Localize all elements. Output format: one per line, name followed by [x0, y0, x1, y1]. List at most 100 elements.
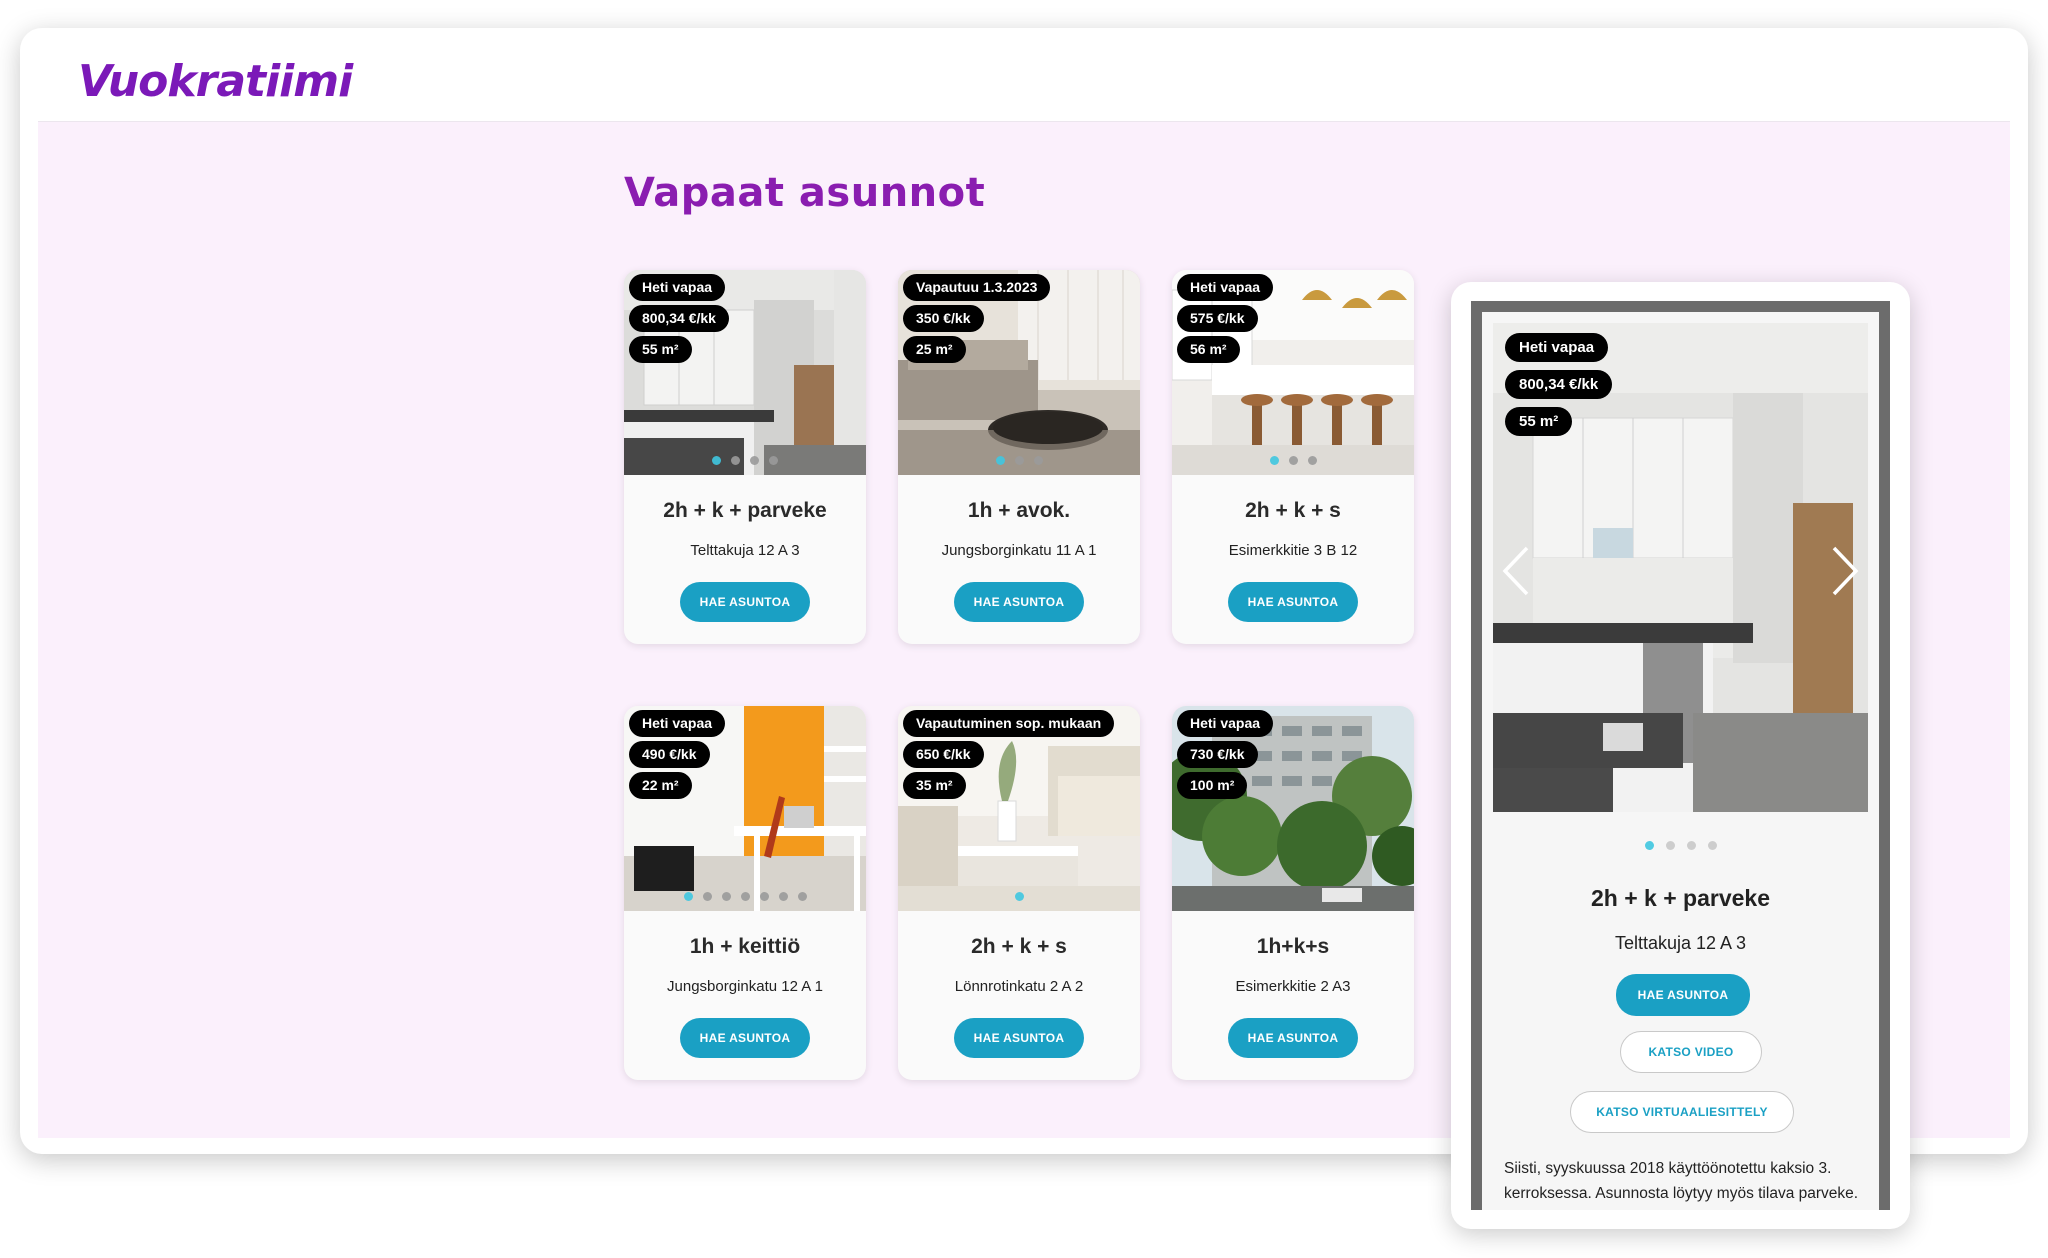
- apply-button[interactable]: HAE ASUNTOA: [954, 582, 1084, 622]
- listing-title: 1h + keittiö: [689, 935, 801, 958]
- carousel-dots: [1482, 837, 1879, 855]
- listing-address: Esimerkkitie 3 B 12: [1228, 542, 1358, 559]
- carousel-dot[interactable]: [769, 456, 778, 465]
- mobile-preview: Heti vapaa 800,34 €/kk 55 m² 2h + k + pa…: [1451, 282, 1910, 1229]
- carousel-dot[interactable]: [1033, 456, 1043, 465]
- area-badge: 55 m²: [1505, 407, 1573, 436]
- carousel-dot[interactable]: [1707, 841, 1717, 850]
- logo[interactable]: Vuokratiimi: [78, 56, 353, 107]
- availability-badge: Heti vapaa: [1177, 274, 1274, 301]
- apply-button[interactable]: HAE ASUNTOA: [1228, 1018, 1358, 1058]
- carousel-dot[interactable]: [1288, 456, 1298, 465]
- price-badge: 730 €/kk: [1177, 741, 1258, 768]
- availability-badge: Heti vapaa: [629, 274, 726, 301]
- carousel-dot[interactable]: [731, 456, 740, 465]
- availability-badge: Heti vapaa: [629, 710, 726, 737]
- carousel-dots: [898, 452, 1140, 470]
- listing-photo[interactable]: Heti vapaa 800,34 €/kk 55 m²: [624, 270, 866, 475]
- mobile-listing-card: Heti vapaa 800,34 €/kk 55 m² 2h + k + pa…: [1482, 312, 1879, 1210]
- listing-card[interactable]: Heti vapaa 730 €/kk 100 m² 1h+k+s Esimer…: [1172, 706, 1414, 1080]
- price-badge: 490 €/kk: [629, 741, 710, 768]
- listing-badges: Heti vapaa 800,34 €/kk 55 m²: [629, 274, 729, 367]
- listing-title: 1h+k+s: [1256, 935, 1330, 958]
- availability-badge: Heti vapaa: [1505, 333, 1609, 362]
- carousel-dot[interactable]: [1269, 456, 1279, 465]
- listing-address: Esimerkkitie 2 A3: [1235, 978, 1351, 995]
- availability-badge: Vapautuminen sop. mukaan: [903, 710, 1115, 737]
- carousel-dots: [898, 888, 1140, 906]
- listing-title: 2h + k + s: [971, 935, 1067, 958]
- listing-address: Jungsborginkatu 12 A 1: [667, 978, 823, 995]
- carousel-dot[interactable]: [1014, 456, 1024, 465]
- carousel-dots: [624, 888, 866, 906]
- area-badge: 100 m²: [1177, 772, 1248, 799]
- price-badge: 350 €/kk: [903, 305, 984, 332]
- area-badge: 25 m²: [903, 336, 966, 363]
- chevron-right-icon[interactable]: [1830, 545, 1860, 597]
- mobile-screen: Heti vapaa 800,34 €/kk 55 m² 2h + k + pa…: [1471, 301, 1890, 1210]
- listing-photo[interactable]: Vapautuu 1.3.2023 350 €/kk 25 m²: [898, 270, 1140, 475]
- carousel-dot[interactable]: [778, 892, 788, 901]
- area-badge: 22 m²: [629, 772, 692, 799]
- listing-description: Siisti, syyskuussa 2018 käyttöönotettu k…: [1504, 1160, 1859, 1202]
- listing-address: Lönnrotinkatu 2 A 2: [954, 978, 1084, 995]
- carousel-dots: [624, 452, 866, 470]
- price-badge: 800,34 €/kk: [1505, 370, 1613, 399]
- listing-card[interactable]: Vapautuu 1.3.2023 350 €/kk 25 m² 1h + av…: [898, 270, 1140, 644]
- listing-address: Telttakuja 12 A 3: [690, 542, 800, 559]
- carousel-dots: [1172, 452, 1414, 470]
- listing-photo[interactable]: Vapautuminen sop. mukaan 650 €/kk 35 m²: [898, 706, 1140, 911]
- listing-photo[interactable]: Heti vapaa 575 €/kk 56 m²: [1172, 270, 1414, 475]
- listing-photo[interactable]: Heti vapaa 800,34 €/kk 55 m²: [1493, 323, 1868, 812]
- virtual-tour-button[interactable]: KATSO VIRTUAALIESITTELY: [1570, 1091, 1794, 1133]
- carousel-dot[interactable]: [1644, 841, 1654, 850]
- carousel-dot[interactable]: [740, 892, 750, 901]
- listing-badges: Heti vapaa 800,34 €/kk 55 m²: [1505, 333, 1613, 444]
- listing-badges: Heti vapaa 730 €/kk 100 m²: [1177, 710, 1274, 803]
- carousel-dot[interactable]: [1665, 841, 1675, 850]
- listing-address: Telttakuja 12 A 3: [1614, 933, 1747, 953]
- listing-badges: Vapautuu 1.3.2023 350 €/kk 25 m²: [903, 274, 1051, 367]
- watch-video-button[interactable]: KATSO VIDEO: [1620, 1031, 1762, 1073]
- apply-button[interactable]: HAE ASUNTOA: [954, 1018, 1084, 1058]
- listing-badges: Heti vapaa 490 €/kk 22 m²: [629, 710, 726, 803]
- listing-card[interactable]: Vapautuminen sop. mukaan 650 €/kk 35 m² …: [898, 706, 1140, 1080]
- listing-card[interactable]: Heti vapaa 800,34 €/kk 55 m² 2h + k + pa…: [624, 270, 866, 644]
- carousel-dot[interactable]: [712, 456, 721, 465]
- carousel-dot[interactable]: [759, 892, 769, 901]
- chevron-left-icon[interactable]: [1501, 545, 1531, 597]
- listing-photo[interactable]: Heti vapaa 490 €/kk 22 m²: [624, 706, 866, 911]
- listing-card[interactable]: Heti vapaa 575 €/kk 56 m² 2h + k + s Esi…: [1172, 270, 1414, 644]
- availability-badge: Vapautuu 1.3.2023: [903, 274, 1051, 301]
- listing-address: Jungsborginkatu 11 A 1: [941, 542, 1097, 559]
- apply-button[interactable]: HAE ASUNTOA: [680, 1018, 810, 1058]
- price-badge: 650 €/kk: [903, 741, 984, 768]
- area-badge: 55 m²: [629, 336, 692, 363]
- apply-button[interactable]: HAE ASUNTOA: [1228, 582, 1358, 622]
- carousel-dot[interactable]: [1307, 456, 1317, 465]
- price-badge: 575 €/kk: [1177, 305, 1258, 332]
- listing-title: 2h + k + parveke: [663, 499, 827, 522]
- listing-title: 2h + k + parveke: [1590, 885, 1770, 911]
- carousel-dot[interactable]: [721, 892, 731, 901]
- listing-photo[interactable]: Heti vapaa 730 €/kk 100 m²: [1172, 706, 1414, 911]
- carousel-dot[interactable]: [1014, 892, 1024, 901]
- apply-button[interactable]: HAE ASUNTOA: [680, 582, 810, 622]
- listing-badges: Vapautuminen sop. mukaan 650 €/kk 35 m²: [903, 710, 1115, 803]
- listing-badges: Heti vapaa 575 €/kk 56 m²: [1177, 274, 1274, 367]
- listing-card[interactable]: Heti vapaa 490 €/kk 22 m² 1h + keittiö J…: [624, 706, 866, 1080]
- carousel-dot[interactable]: [995, 456, 1005, 465]
- carousel-dot[interactable]: [702, 892, 712, 901]
- listing-title: 1h + avok.: [967, 499, 1071, 522]
- availability-badge: Heti vapaa: [1177, 710, 1274, 737]
- carousel-dot[interactable]: [797, 892, 807, 901]
- price-badge: 800,34 €/kk: [629, 305, 729, 332]
- carousel-dot[interactable]: [750, 456, 759, 465]
- site-header: Vuokratiimi: [38, 38, 2010, 122]
- apply-button[interactable]: HAE ASUNTOA: [1616, 974, 1750, 1016]
- area-badge: 56 m²: [1177, 336, 1240, 363]
- carousel-dot[interactable]: [1686, 841, 1696, 850]
- page-title: Vapaat asunnot: [624, 170, 986, 216]
- carousel-dot[interactable]: [683, 892, 693, 901]
- area-badge: 35 m²: [903, 772, 966, 799]
